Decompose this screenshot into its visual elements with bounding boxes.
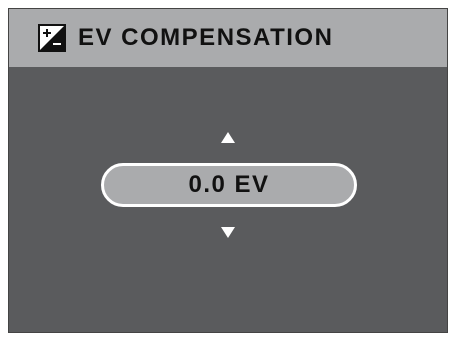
title-bar: EV COMPENSATION: [9, 9, 447, 67]
page-title: EV COMPENSATION: [78, 24, 334, 51]
ev-value: 0.0 EV: [188, 171, 270, 198]
decrease-arrow-icon[interactable]: [221, 227, 235, 238]
ev-value-selector[interactable]: 0.0 EV: [101, 163, 357, 207]
increase-arrow-icon[interactable]: [221, 132, 235, 143]
ev-compensation-icon: [38, 24, 66, 52]
camera-screen: EV COMPENSATION 0.0 EV: [8, 8, 448, 333]
